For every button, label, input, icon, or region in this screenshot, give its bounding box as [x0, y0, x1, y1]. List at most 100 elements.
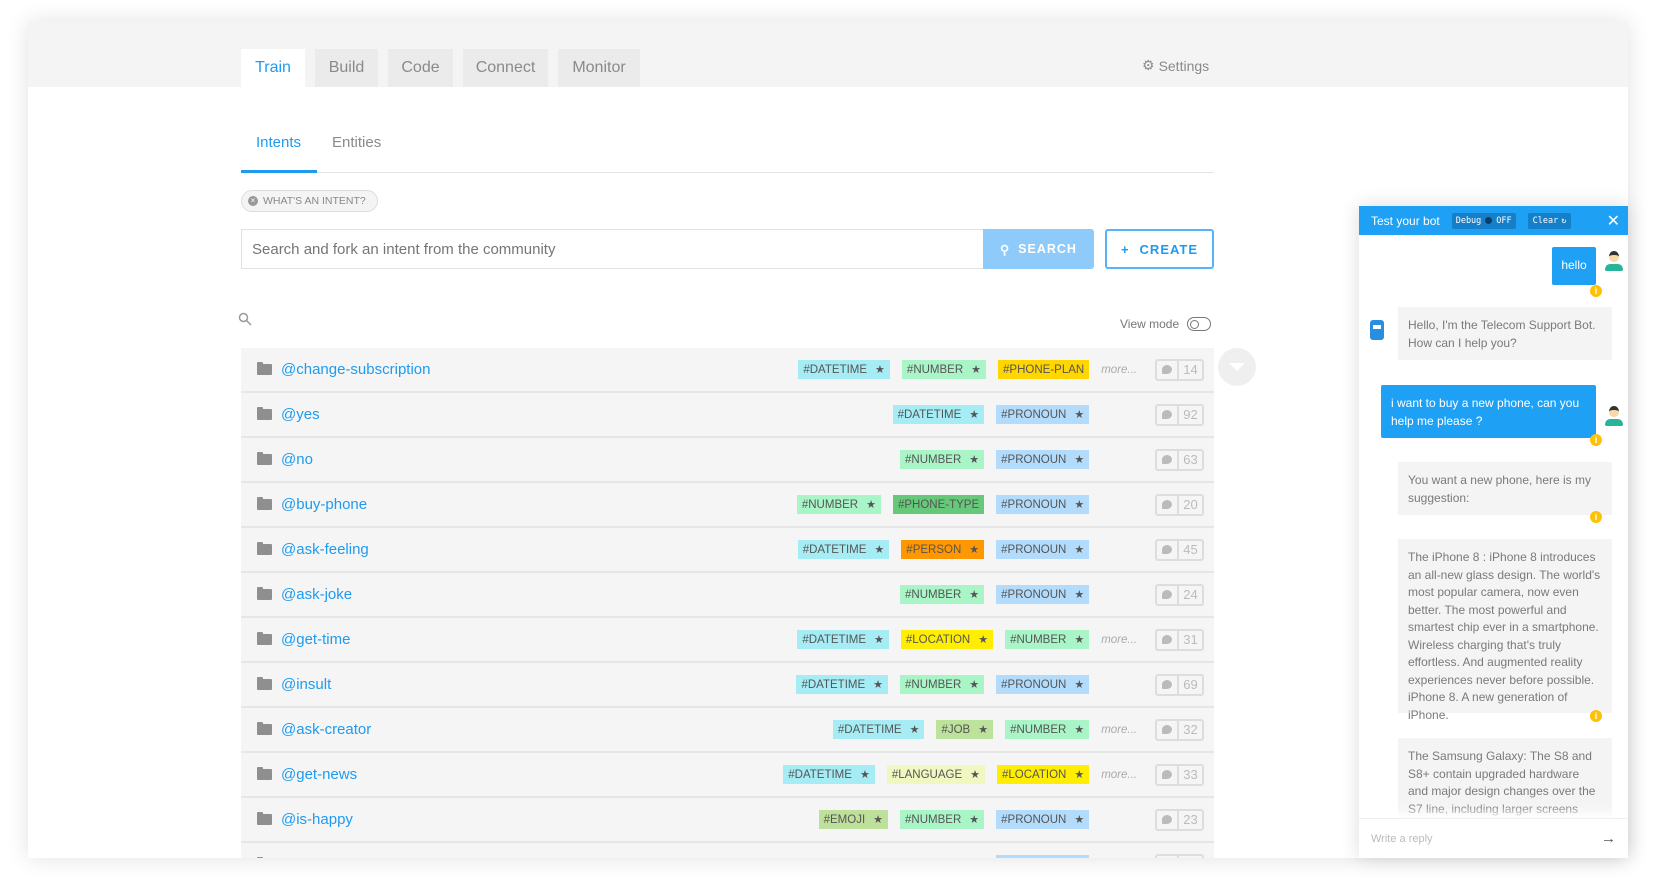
tab-code[interactable]: Code: [388, 49, 453, 87]
tab-build[interactable]: Build: [315, 49, 378, 87]
entity-tag[interactable]: #DATETIME ★: [797, 540, 890, 559]
scroll-down-button[interactable]: [1218, 348, 1256, 386]
entity-tag[interactable]: #LANGUAGE ★: [886, 765, 985, 784]
entity-tag[interactable]: #DATETIME ★: [796, 675, 889, 694]
more-link[interactable]: more...: [1101, 724, 1137, 736]
community-search-input[interactable]: [241, 229, 983, 269]
entity-tag[interactable]: #DATETIME ★: [797, 630, 889, 649]
expressions-count[interactable]: 45: [1155, 538, 1204, 561]
entity-tag[interactable]: #EMOJI ★: [818, 810, 889, 829]
entity-tag[interactable]: #DATETIME ★: [798, 360, 890, 379]
intent-name[interactable]: @yes: [281, 406, 320, 423]
expressions-count[interactable]: [1155, 853, 1204, 858]
more-link[interactable]: more...: [1101, 364, 1137, 376]
expressions-count[interactable]: 69: [1155, 673, 1204, 696]
clear-button[interactable]: Clear ↻: [1527, 212, 1572, 229]
entity-tag[interactable]: #DATETIME ★: [783, 765, 875, 784]
create-button[interactable]: + CREATE: [1105, 229, 1214, 269]
entity-tag[interactable]: #DATETIME ★: [832, 720, 925, 739]
tab-train[interactable]: Train: [241, 49, 305, 87]
intent-name[interactable]: @ask-creator: [281, 721, 371, 738]
entity-tag[interactable]: #PRONOUN★: [996, 585, 1090, 604]
entity-tag[interactable]: #NUMBER ★: [1005, 630, 1090, 649]
user-avatar: [1605, 406, 1623, 428]
intent-name[interactable]: @no: [281, 451, 313, 468]
entity-tag[interactable]: #NUMBER ★: [900, 450, 985, 469]
intent-row[interactable]: @get-time #DATETIME ★ #LOCATION ★ #NUMBER ★ mor…: [241, 618, 1214, 663]
info-icon[interactable]: i: [1590, 285, 1602, 297]
intent-row[interactable]: @is-happy#EMOJI★#NUMBER★#PRONOUN★more...…: [241, 798, 1214, 843]
intent-row[interactable]: @ask-creator #DATETIME ★ #JOB ★ #NUMBER ★ more.…: [241, 708, 1214, 753]
intent-name[interactable]: @ask-joke: [281, 586, 352, 603]
entity-tag[interactable]: #NUMBER ★: [796, 495, 881, 514]
search-button[interactable]: ⚲ SEARCH: [983, 229, 1094, 269]
intent-name[interactable]: @get-news: [281, 766, 357, 783]
intent-name[interactable]: @ask-feeling: [281, 541, 369, 558]
intent-row[interactable]: @get-news #DATETIME ★ #LANGUAGE ★ #LOCATION ★ m…: [241, 753, 1214, 798]
intent-name[interactable]: @insult: [281, 676, 331, 693]
intent-row[interactable]: @yes#DATETIME★#PRONOUN★more...92: [241, 393, 1214, 438]
entity-tag[interactable]: #NUMBER ★: [900, 675, 985, 694]
expressions-count[interactable]: 20: [1155, 493, 1204, 516]
entity-tag[interactable]: #PRONOUN★: [996, 540, 1090, 559]
close-icon[interactable]: ×: [248, 196, 258, 206]
entity-tag[interactable]: #JOB ★: [936, 720, 994, 739]
entity-tag[interactable]: #DATETIME ★: [892, 405, 985, 424]
intent-row[interactable]: @no#NUMBER★#PRONOUN★more...63: [241, 438, 1214, 483]
entity-tag[interactable]: #PRONOUN★: [996, 495, 1090, 514]
expressions-count[interactable]: 92: [1155, 403, 1204, 426]
more-link[interactable]: more...: [1101, 634, 1137, 646]
send-arrow-icon[interactable]: →: [1601, 830, 1616, 847]
whats-an-intent-button[interactable]: × WHAT'S AN INTENT?: [241, 190, 378, 212]
settings-button[interactable]: ⚙ Settings: [1142, 57, 1209, 74]
intent-row[interactable]: @buy-phone#NUMBER★#PHONE-TYPE#PRONOUN★mo…: [241, 483, 1214, 528]
intent-row[interactable]: #PRONOUN★more...: [241, 843, 1214, 858]
filter-search-icon[interactable]: [238, 312, 252, 331]
expressions-count[interactable]: 31: [1155, 628, 1204, 651]
more-link[interactable]: more...: [1101, 769, 1137, 781]
entity-tag[interactable]: #PHONE-TYPE: [892, 495, 985, 514]
expressions-count[interactable]: 33: [1155, 763, 1204, 786]
info-icon[interactable]: i: [1590, 511, 1602, 523]
intent-row[interactable]: @ask-joke#NUMBER★#PRONOUN★more...24: [241, 573, 1214, 618]
intent-name[interactable]: @buy-phone: [281, 496, 367, 513]
reply-input[interactable]: Write a reply →: [1359, 818, 1628, 858]
expressions-count[interactable]: 24: [1155, 583, 1204, 606]
entity-tags: #DATETIME★#NUMBER★#PRONOUN★more...69: [796, 673, 1204, 696]
entity-tag[interactable]: #PRONOUN★: [996, 405, 1090, 424]
folder-icon: [257, 362, 272, 375]
entity-tag[interactable]: #PERSON ★: [901, 540, 985, 559]
entity-tag[interactable]: #LOCATION ★: [900, 630, 994, 649]
close-icon[interactable]: ✕: [1607, 211, 1620, 231]
subtab-intents[interactable]: Intents: [256, 134, 301, 151]
entity-tag[interactable]: #LOCATION ★: [997, 765, 1090, 784]
expressions-count[interactable]: 23: [1155, 808, 1204, 831]
info-icon[interactable]: i: [1590, 710, 1602, 722]
intent-row[interactable]: @ask-feeling#DATETIME★#PERSON★#PRONOUN★m…: [241, 528, 1214, 573]
intent-row[interactable]: @change-subscription #DATETIME ★ #NUMBER ★ #P…: [241, 348, 1214, 393]
intent-row[interactable]: @insult#DATETIME★#NUMBER★#PRONOUN★more..…: [241, 663, 1214, 708]
tag-label: #EMOJI: [823, 813, 866, 826]
expressions-count[interactable]: 14: [1155, 358, 1204, 381]
view-mode-toggle[interactable]: [1187, 317, 1212, 331]
intent-name[interactable]: @is-happy: [281, 811, 353, 828]
tab-monitor[interactable]: Monitor: [558, 49, 640, 87]
entity-tag[interactable]: #NUMBER ★: [1005, 720, 1090, 739]
entity-tag[interactable]: #PHONE-PLAN: [998, 360, 1090, 379]
intent-name[interactable]: @change-subscription: [281, 361, 430, 378]
expressions-count[interactable]: 32: [1155, 718, 1204, 741]
intent-name[interactable]: @get-time: [281, 631, 350, 648]
entity-tag[interactable]: #PRONOUN★: [996, 675, 1090, 694]
tab-connect[interactable]: Connect: [463, 49, 548, 87]
entity-tag[interactable]: #PRONOUN★: [996, 450, 1090, 469]
debug-toggle[interactable]: Debug OFF: [1451, 212, 1516, 229]
info-icon[interactable]: i: [1590, 434, 1602, 446]
expressions-count[interactable]: 63: [1155, 448, 1204, 471]
entity-tag[interactable]: #NUMBER ★: [900, 810, 985, 829]
chat-bubble-icon: [1157, 540, 1179, 559]
entity-tag[interactable]: #NUMBER ★: [901, 360, 987, 379]
entity-tag[interactable]: #NUMBER ★: [900, 585, 985, 604]
entity-tag[interactable]: #PRONOUN★: [996, 810, 1090, 829]
entity-tag[interactable]: #PRONOUN★: [996, 855, 1090, 858]
subtab-entities[interactable]: Entities: [332, 134, 381, 151]
